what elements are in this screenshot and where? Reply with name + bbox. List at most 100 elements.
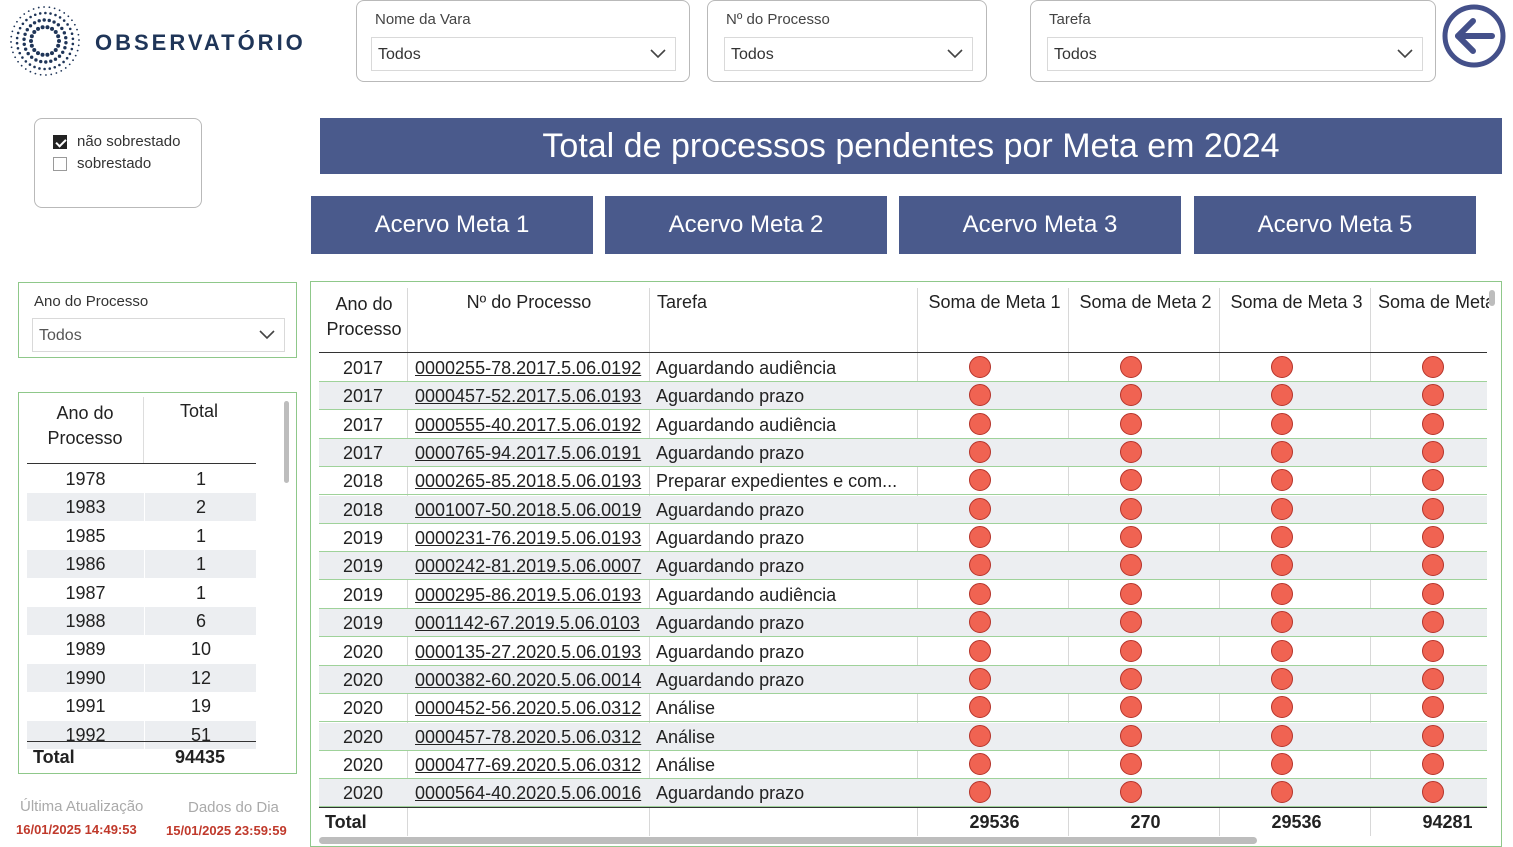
table-row[interactable]: 2020 0000452-56.2020.5.06.0312 Análise (319, 694, 1487, 723)
tarefa-dropdown[interactable]: Todos (1047, 37, 1423, 71)
option-nao-sobrestado[interactable]: não sobrestado (53, 133, 180, 150)
status-dot-meta-3 (1271, 441, 1293, 464)
column-header-meta-2[interactable]: Soma de Meta 2 (1070, 292, 1221, 313)
table-row[interactable]: 2020 0000477-69.2020.5.06.0312 Análise (319, 751, 1487, 779)
status-dot-meta-3 (1271, 752, 1293, 775)
column-header-meta-5[interactable]: Soma de Meta 5 (1378, 292, 1489, 313)
process-link[interactable]: 0000295-86.2019.5.06.0193 (415, 581, 647, 609)
checkbox-unchecked[interactable] (53, 156, 67, 171)
option-sobrestado[interactable]: sobrestado (53, 155, 151, 172)
cell-tarefa: Aguardando prazo (656, 613, 805, 634)
total-meta-5: 94281 (1422, 812, 1473, 832)
table-row[interactable]: 2017 0000765-94.2017.5.06.0191 Aguardando … (319, 439, 1487, 468)
table-row[interactable]: 2017 0000555-40.2017.5.06.0192 Aguardando … (319, 411, 1487, 439)
table-row[interactable]: 2020 0000382-60.2020.5.06.0014 Aguardando … (319, 665, 1487, 694)
column-header-ano[interactable]: Ano do Processo (45, 401, 125, 451)
table-row[interactable]: 2019 0001142-67.2019.5.06.0103 Aguardando … (319, 609, 1487, 638)
process-link[interactable]: 0000477-69.2020.5.06.0312 (415, 751, 647, 779)
status-dot-meta-3 (1271, 554, 1293, 577)
table-row[interactable]: 1987 1 (27, 578, 256, 607)
acervo-meta-1-button[interactable]: Acervo Meta 1 (311, 196, 593, 254)
scrollbar-thumb[interactable] (284, 401, 289, 483)
cell-ano: 1978 (65, 469, 106, 489)
cell-ano: 2017 (342, 386, 384, 407)
column-header-total[interactable]: Total (159, 401, 239, 422)
table-row[interactable]: 1983 2 (27, 493, 256, 522)
acervo-meta-3-button[interactable]: Acervo Meta 3 (899, 196, 1181, 254)
process-link[interactable]: 0000457-52.2017.5.06.0193 (415, 382, 647, 410)
acervo-meta-2-button[interactable]: Acervo Meta 2 (605, 196, 887, 254)
page-title: Total de processos pendentes por Meta em… (320, 118, 1502, 174)
processo-filter[interactable]: Nº do Processo Todos (707, 0, 987, 82)
table-row[interactable]: 1991 19 (27, 692, 257, 721)
ano-dropdown[interactable]: Todos (32, 318, 285, 352)
cell-ano: 1985 (65, 525, 106, 546)
cell-tarefa: Aguardando prazo (656, 641, 805, 662)
process-link[interactable]: 0001142-67.2019.5.06.0103 (415, 609, 647, 637)
vara-dropdown[interactable]: Todos (371, 37, 676, 71)
process-link[interactable]: 0000452-56.2020.5.06.0312 (415, 694, 647, 722)
vertical-scrollbar-thumb[interactable] (1489, 290, 1495, 306)
back-button[interactable] (1442, 4, 1506, 68)
cell-ano: 1988 (65, 611, 106, 631)
table-row[interactable]: 2019 0000242-81.2019.5.06.0007 Aguardando … (319, 552, 1487, 581)
table-row[interactable]: 2017 0000457-52.2017.5.06.0193 Aguardando … (319, 382, 1487, 411)
process-link[interactable]: 0000255-78.2017.5.06.0192 (415, 354, 647, 382)
vara-filter[interactable]: Nome da Vara Todos (356, 0, 690, 82)
process-link[interactable]: 0000135-27.2020.5.06.0193 (415, 638, 647, 666)
year-total-table: Ano do Processo Total 1978 1 1983 2 1985 1 198… (18, 392, 297, 774)
table-row[interactable]: 1989 10 (27, 635, 256, 664)
column-header-ano[interactable]: Ano do Processo (325, 292, 403, 342)
cell-tarefa: Preparar expedientes e com... (656, 471, 898, 492)
table-row[interactable]: 1985 1 (27, 521, 256, 550)
acervo-meta-5-button[interactable]: Acervo Meta 5 (1194, 196, 1476, 254)
table-row[interactable]: 2020 0000457-78.2020.5.06.0312 Análise (319, 722, 1487, 751)
tarefa-filter[interactable]: Tarefa Todos (1030, 0, 1436, 82)
table-row[interactable]: 2019 0000231-76.2019.5.06.0193 Aguardando … (319, 524, 1487, 553)
column-header-processo[interactable]: Nº do Processo (409, 292, 649, 313)
process-link[interactable]: 0000555-40.2017.5.06.0192 (415, 411, 647, 439)
column-header-meta-1[interactable]: Soma de Meta 1 (919, 292, 1070, 313)
logo-text: OBSERVATÓRIO (95, 30, 306, 55)
table-row[interactable]: 2018 0000265-85.2018.5.06.0193 Preparar ex… (319, 467, 1487, 496)
process-link[interactable]: 0000765-94.2017.5.06.0191 (415, 439, 647, 467)
table-row[interactable]: 1992 51 (27, 720, 256, 749)
table-row[interactable]: 1990 12 (27, 663, 256, 692)
column-header-meta-3[interactable]: Soma de Meta 3 (1221, 292, 1372, 313)
status-dot-meta-3 (1271, 696, 1293, 719)
ano-filter[interactable]: Ano do Processo Todos (18, 282, 297, 358)
table-row[interactable]: 1988 6 (27, 607, 256, 635)
column-header-tarefa[interactable]: Tarefa (657, 292, 707, 313)
table-row[interactable]: 2018 0001007-50.2018.5.06.0019 Aguardando … (319, 495, 1487, 524)
cell-ano: 2020 (342, 698, 384, 719)
sobrestado-filter[interactable]: não sobrestado sobrestado (34, 118, 202, 208)
table-row[interactable]: 2020 0000135-27.2020.5.06.0193 Aguardando … (319, 638, 1487, 666)
table-row[interactable]: 2020 0000564-40.2020.5.06.0016 Aguardando … (319, 779, 1487, 808)
status-dot-meta-3 (1271, 412, 1293, 435)
table-row[interactable]: 2017 0000255-78.2017.5.06.0192 Aguardando … (319, 354, 1487, 382)
total-meta-3: 29536 (1271, 812, 1322, 832)
process-link[interactable]: 0000265-85.2018.5.06.0193 (415, 467, 647, 495)
processo-dropdown[interactable]: Todos (724, 37, 973, 71)
total-label: Total (33, 747, 75, 767)
cell-ano: 1992 (65, 724, 106, 745)
checkbox-checked[interactable] (53, 134, 67, 149)
status-dot-meta-5 (1422, 696, 1444, 719)
process-link[interactable]: 0000382-60.2020.5.06.0014 (415, 666, 647, 694)
process-link[interactable]: 0001007-50.2018.5.06.0019 (415, 496, 647, 524)
process-link[interactable]: 0000242-81.2019.5.06.0007 (415, 552, 647, 580)
status-dot-meta-5 (1422, 526, 1444, 549)
processo-dropdown-value: Todos (731, 46, 774, 63)
process-link[interactable]: 0000231-76.2019.5.06.0193 (415, 524, 647, 552)
process-link[interactable]: 0000457-78.2020.5.06.0312 (415, 723, 647, 751)
table-row[interactable]: 1986 1 (27, 550, 256, 579)
table-row[interactable]: 1978 1 (27, 465, 256, 493)
back-arrow-icon (1442, 4, 1506, 68)
header-underline (27, 463, 256, 464)
cell-ano: 1990 (65, 667, 106, 688)
cell-total: 19 (144, 692, 257, 721)
process-link[interactable]: 0000564-40.2020.5.06.0016 (415, 779, 647, 807)
horizontal-scrollbar-thumb[interactable] (319, 837, 1257, 844)
status-dot-meta-5 (1422, 469, 1444, 492)
table-row[interactable]: 2019 0000295-86.2019.5.06.0193 Aguardando … (319, 581, 1487, 609)
